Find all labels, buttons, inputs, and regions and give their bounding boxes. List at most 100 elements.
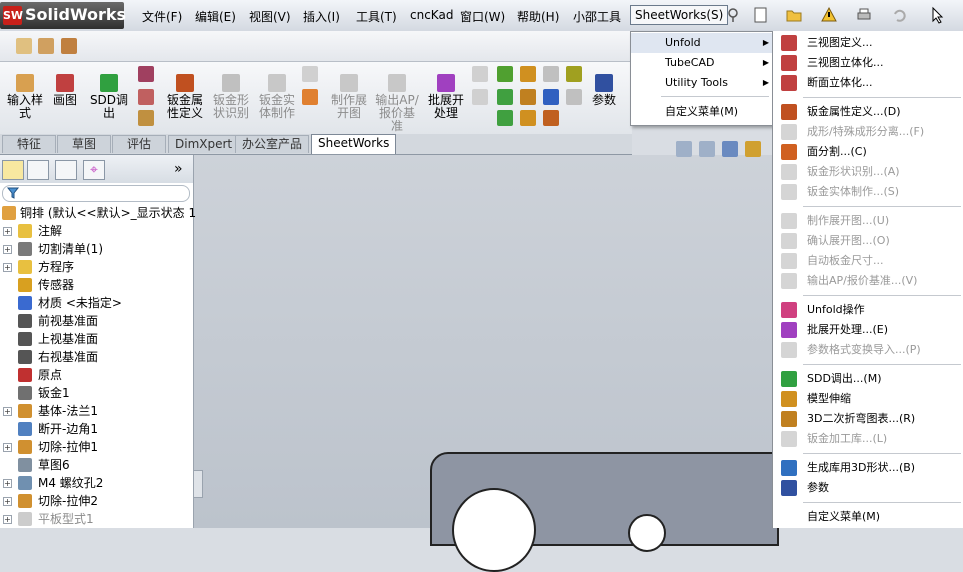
sheetworks-tool-icon[interactable] (61, 38, 77, 54)
menu-item[interactable]: SDD调出...(M) (773, 369, 963, 389)
menu-item[interactable]: 成形/特殊成形分离...(F) (773, 122, 963, 142)
menu-window[interactable]: 窗口(W) (460, 8, 505, 25)
parameter-button[interactable]: 参数 (588, 74, 620, 107)
small-tool-icon[interactable] (302, 66, 318, 82)
small-tool-icon[interactable] (566, 89, 582, 105)
expand-toggle-icon[interactable]: + (3, 245, 12, 254)
expand-panel-icon[interactable]: » (174, 161, 183, 177)
tree-item[interactable]: 前视基准面 (0, 312, 192, 330)
tab-evaluate[interactable]: 评估 (112, 135, 166, 153)
menu-view[interactable]: 视图(V) (249, 8, 291, 25)
solid-make-button[interactable]: 钣金实 体制作 (256, 74, 298, 120)
menu-item[interactable]: 钣金实体制作...(S) (773, 182, 963, 202)
menu-item[interactable]: 制作展开图...(U) (773, 211, 963, 231)
tree-item[interactable]: + 方程序 (0, 258, 192, 276)
new-document-icon[interactable] (752, 6, 770, 24)
menu-item[interactable]: 面分割...(C) (773, 142, 963, 162)
small-tool-icon[interactable] (138, 66, 154, 82)
dimxpert-manager-tab-icon[interactable]: ⌖ (83, 160, 105, 180)
tab-sketch[interactable]: 草图 (57, 135, 111, 153)
tree-item[interactable]: + 平板型式1 (0, 510, 192, 528)
expand-toggle-icon[interactable]: + (3, 479, 12, 488)
menu-item[interactable]: 钣金属性定义...(D) (773, 102, 963, 122)
menu-item[interactable]: 三视图定义... (773, 33, 963, 53)
menu-item[interactable]: 3D二次折弯图表...(R) (773, 409, 963, 429)
small-tool-icon[interactable] (520, 89, 536, 105)
small-tool-icon[interactable] (497, 66, 513, 82)
tree-item[interactable]: 上视基准面 (0, 330, 192, 348)
shape-recognize-button[interactable]: 钣金形 状识别 (210, 74, 252, 120)
menu-item[interactable]: 钣金形状识别...(A) (773, 162, 963, 182)
tree-item[interactable]: + M4 螺纹孔2 (0, 474, 192, 492)
expand-toggle-icon[interactable]: + (3, 263, 12, 272)
menu-item[interactable]: 自动板金尺寸... (773, 251, 963, 271)
menu-item[interactable]: 输出AP/报价基准...(V) (773, 271, 963, 291)
zoom-to-fit-icon[interactable] (676, 141, 692, 157)
small-tool-icon[interactable] (472, 89, 488, 105)
small-tool-icon[interactable] (497, 110, 513, 126)
menu-help[interactable]: 帮助(H) (517, 8, 559, 25)
warning-icon[interactable] (820, 6, 838, 24)
menu-item[interactable]: 钣金加工库...(L) (773, 429, 963, 449)
menu-edit[interactable]: 编辑(E) (195, 8, 236, 25)
open-folder-icon[interactable] (785, 6, 803, 24)
expand-toggle-icon[interactable]: + (3, 443, 12, 452)
tree-item[interactable]: 传感器 (0, 276, 192, 294)
print-icon[interactable] (855, 6, 873, 24)
small-tool-icon[interactable] (138, 89, 154, 105)
tab-features[interactable]: 特征 (2, 135, 56, 153)
menu-xiaoshao-tools[interactable]: 小邵工具 (573, 8, 621, 25)
tree-item[interactable]: + 切除-拉伸2 (0, 492, 192, 510)
panel-collapse-handle[interactable] (193, 470, 203, 498)
small-tool-icon[interactable] (302, 89, 318, 105)
menu-item[interactable]: Unfold操作 (773, 300, 963, 320)
submenu-item-unfold[interactable]: Unfold ▶ (631, 33, 773, 53)
sheet-metal-part[interactable] (430, 452, 779, 572)
menu-item[interactable]: 参数 (773, 478, 963, 498)
configuration-manager-tab-icon[interactable] (55, 160, 77, 180)
small-tool-icon[interactable] (472, 66, 488, 82)
tree-item[interactable]: + 切割清单(1) (0, 240, 192, 258)
section-view-icon[interactable] (745, 141, 761, 157)
menu-sheetworks[interactable]: SheetWorks(S) (630, 5, 729, 25)
menu-item[interactable]: 参数格式变换导入...(P) (773, 340, 963, 360)
sheetworks-tool-icon[interactable] (38, 38, 54, 54)
menu-file[interactable]: 文件(F) (142, 8, 182, 25)
submenu-item-utility-tools[interactable]: Utility Tools ▶ (631, 73, 773, 93)
feature-tree-tab-icon[interactable] (2, 160, 24, 180)
small-tool-icon[interactable] (566, 66, 582, 82)
select-arrow-icon[interactable] (928, 6, 946, 24)
draw-button[interactable]: 画图 (50, 74, 80, 107)
tree-item[interactable]: 右视基准面 (0, 348, 192, 366)
sdd-button[interactable]: SDD调出 (86, 74, 132, 120)
tree-item[interactable]: + 基体-法兰1 (0, 402, 192, 420)
tree-item[interactable]: 材质 <未指定> (0, 294, 192, 312)
menu-item[interactable]: 断面立体化... (773, 73, 963, 93)
menu-item[interactable]: 生成库用3D形状...(B) (773, 458, 963, 478)
menu-cnckad[interactable]: cncKad (410, 8, 453, 22)
menu-tools[interactable]: 工具(T) (356, 8, 397, 25)
small-tool-icon[interactable] (497, 89, 513, 105)
previous-view-icon[interactable] (722, 141, 738, 157)
expand-toggle-icon[interactable]: + (3, 227, 12, 236)
undo-icon[interactable] (890, 6, 908, 24)
menu-item[interactable]: 自定义菜单(M) (773, 507, 963, 527)
menu-insert[interactable]: 插入(I) (303, 8, 340, 25)
expand-toggle-icon[interactable]: + (3, 515, 12, 524)
menu-item[interactable]: 三视图立体化... (773, 53, 963, 73)
property-manager-tab-icon[interactable] (27, 160, 49, 180)
expand-toggle-icon[interactable]: + (3, 497, 12, 506)
submenu-item-tubecad[interactable]: TubeCAD ▶ (631, 53, 773, 73)
import-style-button[interactable]: 输入样 式 (4, 74, 46, 120)
tree-item[interactable]: 草图6 (0, 456, 192, 474)
sheetworks-tool-icon[interactable] (16, 38, 32, 54)
solidworks-logo[interactable]: SW SolidWorks (0, 2, 126, 29)
feature-filter-input[interactable] (2, 185, 190, 202)
small-tool-icon[interactable] (520, 110, 536, 126)
menu-item[interactable]: 模型伸缩 (773, 389, 963, 409)
small-tool-icon[interactable] (543, 110, 559, 126)
sheet-property-button[interactable]: 钣金属 性定义 (164, 74, 206, 120)
pin-icon[interactable] (724, 6, 742, 24)
small-tool-icon[interactable] (520, 66, 536, 82)
tab-dimxpert[interactable]: DimXpert (168, 135, 240, 153)
